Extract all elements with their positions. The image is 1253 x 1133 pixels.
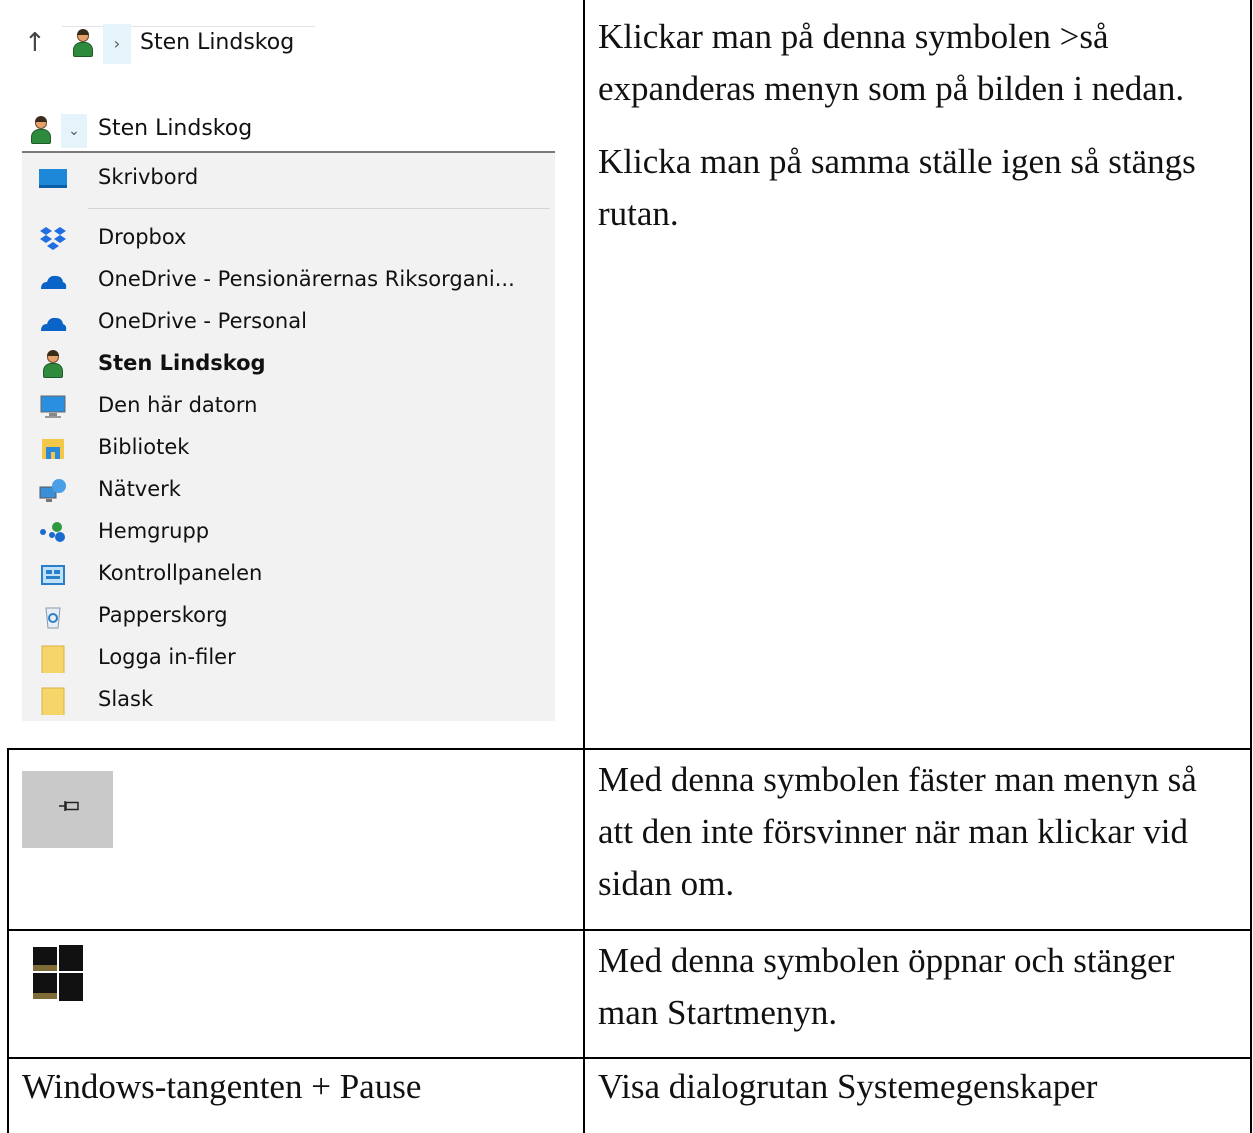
person-icon [72, 29, 94, 58]
menu-item-bibliotek[interactable]: Bibliotek [22, 429, 555, 469]
table-row-divider [7, 929, 1252, 931]
menu-item-hemgrupp[interactable]: Hemgrupp [22, 513, 555, 553]
menu-item-natverk[interactable]: Nätverk [22, 471, 555, 511]
table-left-border [7, 748, 9, 1133]
person-icon [38, 350, 68, 379]
table-row-divider [7, 748, 1252, 750]
address-path-label[interactable]: Sten Lindskog [140, 30, 294, 55]
menu-item-slask[interactable]: Slask [22, 681, 555, 721]
menu-item-onedrive-work[interactable]: OneDrive - Pensionärernas Riksorgani... [22, 261, 555, 301]
menu-item-den-har-datorn[interactable]: Den här datorn [22, 387, 555, 427]
chevron-right-icon[interactable]: › [103, 24, 131, 64]
pin-icon [59, 801, 79, 811]
row1-description-2: Klicka man på samma ställe igen så stäng… [598, 142, 1196, 233]
menu-item-onedrive-personal[interactable]: OneDrive - Personal [22, 303, 555, 343]
onedrive-icon [38, 309, 68, 337]
table-column-divider [583, 0, 585, 1133]
library-icon [38, 435, 68, 463]
recycle-bin-icon [38, 603, 68, 631]
homegroup-icon [38, 519, 68, 547]
table-right-border [1250, 0, 1252, 1133]
table-row-divider [7, 1057, 1252, 1059]
menu-item-papperskorg[interactable]: Papperskorg [22, 597, 555, 637]
computer-icon [38, 393, 68, 421]
menu-item-dropbox[interactable]: Dropbox [22, 219, 555, 259]
row3-description: Med denna symbolen öppnar och stänger ma… [598, 941, 1175, 1032]
dropbox-icon [38, 225, 68, 253]
onedrive-icon [38, 267, 68, 295]
pin-button[interactable] [22, 771, 113, 848]
row4-shortcut: Windows-tangenten + Pause [22, 1067, 422, 1106]
menu-item-kontrollpanelen[interactable]: Kontrollpanelen [22, 555, 555, 595]
network-icon [38, 477, 68, 505]
menu-item-logga-in-filer[interactable]: Logga in-filer [22, 639, 555, 679]
up-arrow-icon[interactable]: ↑ [24, 28, 46, 58]
row4-description: Visa dialogrutan Systemegenskaper [598, 1067, 1098, 1106]
menu-item-skrivbord[interactable]: Skrivbord [22, 159, 555, 199]
row2-description: Med denna symbolen fäster man menyn så a… [598, 760, 1197, 903]
row1-description: Klickar man på denna symbolen >så expand… [598, 17, 1185, 108]
desktop-icon [38, 165, 68, 193]
chevron-down-icon[interactable]: ⌄ [61, 114, 87, 148]
folder-icon [38, 645, 68, 675]
folder-icon [38, 687, 68, 717]
menu-header-label[interactable]: Sten Lindskog [98, 116, 252, 141]
menu-separator [88, 208, 550, 209]
control-panel-icon [38, 561, 68, 589]
windows-start-icon[interactable] [33, 945, 85, 1001]
person-icon [30, 116, 52, 145]
menu-item-sten-lindskog[interactable]: Sten Lindskog [22, 345, 555, 385]
